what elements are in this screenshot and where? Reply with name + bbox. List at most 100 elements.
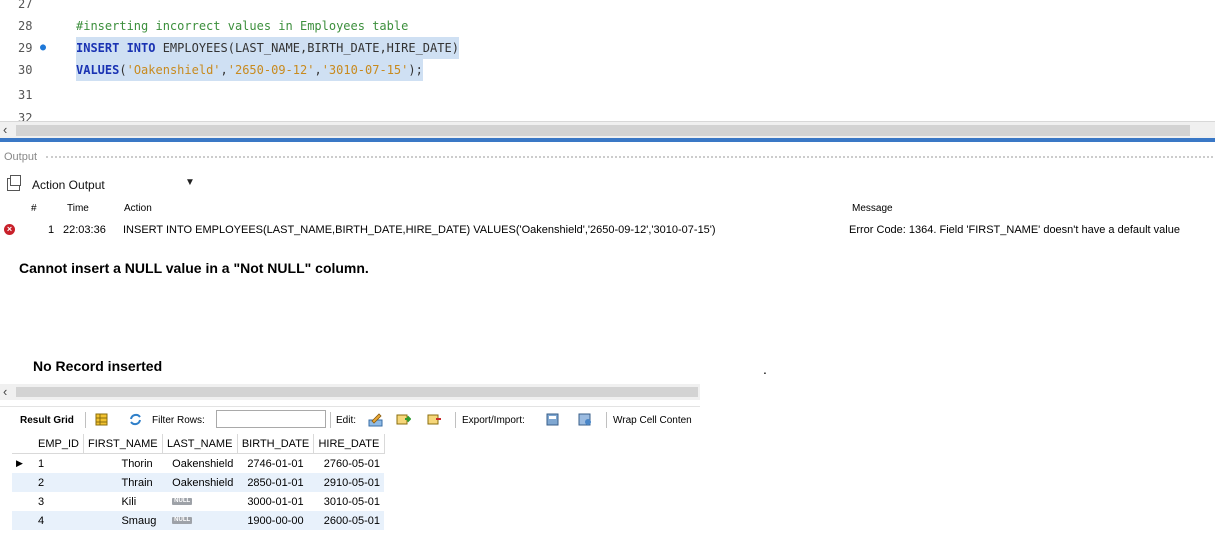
cell-emp-id[interactable]: 2	[34, 473, 84, 492]
edit-row-icon[interactable]	[368, 412, 383, 427]
col-message[interactable]: Message	[852, 203, 893, 214]
code-line: 30 VALUES('Oakenshield','2650-09-12','30…	[0, 59, 1215, 81]
insert-row-icon[interactable]	[396, 412, 411, 427]
filter-rows-input[interactable]	[216, 410, 326, 428]
row-message: Error Code: 1364. Field 'FIRST_NAME' doe…	[849, 224, 1180, 236]
cell-birth-date[interactable]: 1900-00-00	[237, 511, 314, 530]
filter-rows-label: Filter Rows:	[152, 415, 205, 426]
result-grid[interactable]: EMP_ID FIRST_NAME LAST_NAME BIRTH_DATE H…	[12, 434, 385, 530]
code-line: 32	[0, 107, 1215, 121]
cell-first-name[interactable]: Kili	[83, 492, 163, 511]
cell-birth-date[interactable]: 2850-01-01	[237, 473, 314, 492]
editor-horizontal-scrollbar[interactable]: ‹	[0, 121, 1215, 139]
scroll-left-icon[interactable]: ‹	[3, 385, 7, 399]
cell-last-name[interactable]: Oakenshield	[162, 453, 238, 473]
output-column-headers: # Time Action Message	[0, 203, 1215, 217]
sql-punct: );	[408, 63, 423, 77]
export-import-label: Export/Import:	[462, 415, 525, 426]
statement-marker-icon: ●	[40, 42, 47, 53]
scrollbar-thumb[interactable]	[16, 125, 1190, 136]
cell-birth-date[interactable]: 2746-01-01	[237, 453, 314, 473]
table-row[interactable]: 4 Smaug NULL 1900-00-00 2600-05-01	[12, 511, 385, 530]
cell-last-name[interactable]: NULL	[162, 492, 238, 511]
toolbar-separator	[330, 412, 331, 428]
wrap-cell-content-label[interactable]: Wrap Cell Conten	[613, 415, 692, 426]
sql-string: 'Oakenshield'	[126, 63, 221, 77]
sql-keyword: VALUES	[76, 63, 120, 77]
cell-emp-id[interactable]: 1	[34, 453, 84, 473]
sql-punct: (	[119, 63, 127, 77]
col-hire-date[interactable]: HIRE_DATE	[313, 434, 385, 454]
error-icon: ×	[4, 224, 15, 235]
selected-sql: VALUES('Oakenshield','2650-09-12','3010-…	[76, 59, 423, 81]
col-first-name[interactable]: FIRST_NAME	[83, 434, 163, 454]
grid-view-icon[interactable]	[94, 412, 109, 427]
sql-string: '2650-09-12'	[227, 63, 315, 77]
col-birth-date[interactable]: BIRTH_DATE	[237, 434, 315, 454]
row-time: 22:03:36	[63, 224, 106, 236]
sql-string: '3010-07-15'	[321, 63, 409, 77]
cell-birth-date[interactable]: 3000-01-01	[237, 492, 314, 511]
result-grid-toolbar: Result Grid Filter Rows: Edit: Export/Im…	[0, 406, 700, 433]
panel-splitter[interactable]	[0, 138, 1215, 142]
edit-label: Edit:	[336, 415, 357, 426]
col-emp-id[interactable]: EMP_ID	[34, 434, 84, 454]
output-title: Output	[4, 151, 38, 163]
line-number: 27	[18, 0, 33, 11]
row-marker	[12, 511, 34, 530]
copy-icon[interactable]	[7, 175, 21, 191]
scroll-left-icon[interactable]: ‹	[3, 123, 7, 137]
sql-keyword: INSERT INTO	[76, 41, 156, 55]
cell-first-name[interactable]: Thorin	[83, 453, 163, 473]
cell-first-name[interactable]: Smaug	[83, 511, 163, 530]
toolbar-separator	[606, 412, 607, 428]
table-row[interactable]: ▶ 1 Thorin Oakenshield 2746-01-01 2760-0…	[12, 453, 385, 473]
line-number: 28	[18, 19, 33, 33]
row-marker	[12, 473, 34, 492]
selected-sql: INSERT INTO EMPLOYEES(LAST_NAME,BIRTH_DA…	[76, 37, 459, 59]
no-record-note: No Record inserted	[33, 358, 163, 374]
grid-horizontal-scrollbar[interactable]: ‹	[0, 384, 700, 400]
current-row-icon: ▶	[12, 453, 34, 473]
cell-hire-date[interactable]: 2910-05-01	[313, 473, 385, 492]
chevron-down-icon[interactable]: ▼	[185, 177, 195, 188]
grid-header-row: EMP_ID FIRST_NAME LAST_NAME BIRTH_DATE H…	[12, 434, 385, 454]
output-panel-header: Output	[0, 145, 1215, 169]
output-toolbar: Action Output ▼	[0, 174, 1215, 196]
line-number: 30	[18, 63, 33, 77]
sql-text: EMPLOYEES(LAST_NAME,BIRTH_DATE,HIRE_DATE…	[155, 41, 459, 55]
cell-last-name[interactable]: NULL	[162, 511, 238, 530]
col-action[interactable]: Action	[124, 203, 152, 214]
col-last-name[interactable]: LAST_NAME	[162, 434, 238, 454]
result-grid-tab[interactable]: Result Grid	[20, 415, 74, 426]
cell-first-name[interactable]: Thrain	[83, 473, 163, 492]
cell-hire-date[interactable]: 2760-05-01	[313, 453, 385, 473]
row-number: 1	[48, 224, 55, 236]
import-icon[interactable]	[578, 412, 593, 427]
sql-comment: #inserting incorrect values in Employees…	[76, 19, 409, 33]
cell-emp-id[interactable]: 3	[34, 492, 84, 511]
cell-hire-date[interactable]: 2600-05-01	[313, 511, 385, 530]
cell-hire-date[interactable]: 3010-05-01	[313, 492, 385, 511]
code-line: 29 ● INSERT INTO EMPLOYEES(LAST_NAME,BIR…	[0, 37, 1215, 59]
output-type-select[interactable]: Action Output	[32, 178, 105, 192]
cell-emp-id[interactable]: 4	[34, 511, 84, 530]
line-number: 29	[18, 41, 33, 55]
sql-editor[interactable]: 27 28 #inserting incorrect values in Emp…	[0, 0, 1215, 121]
cell-last-name[interactable]: Oakenshield	[162, 473, 238, 492]
row-marker-header	[12, 434, 34, 454]
row-action: INSERT INTO EMPLOYEES(LAST_NAME,BIRTH_DA…	[123, 224, 716, 236]
stray-dot: .	[763, 361, 767, 377]
table-row[interactable]: 2 Thrain Oakenshield 2850-01-01 2910-05-…	[12, 473, 385, 492]
refresh-icon[interactable]	[128, 412, 143, 427]
col-time[interactable]: Time	[67, 203, 89, 214]
row-marker	[12, 492, 34, 511]
table-row[interactable]: 3 Kili NULL 3000-01-01 3010-05-01	[12, 492, 385, 511]
output-row[interactable]: × 1 22:03:36 INSERT INTO EMPLOYEES(LAST_…	[0, 222, 1215, 240]
col-num[interactable]: #	[31, 203, 37, 214]
delete-row-icon[interactable]	[427, 412, 442, 427]
export-icon[interactable]	[546, 412, 561, 427]
line-number: 31	[18, 88, 33, 102]
scrollbar-thumb[interactable]	[16, 387, 698, 397]
code-line: 31	[0, 84, 1215, 106]
